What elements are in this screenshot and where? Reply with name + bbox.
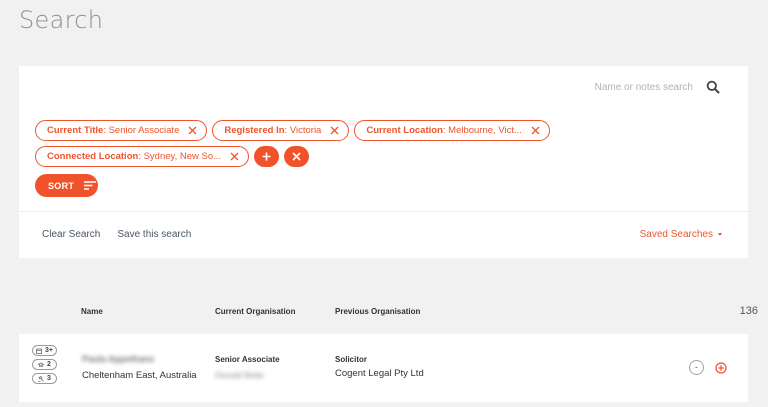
chip-label: Current Location [366, 125, 443, 136]
search-box [588, 77, 720, 97]
calendar-icon [36, 348, 42, 354]
column-header-previous-organisation[interactable]: Previous Organisation [335, 307, 420, 316]
badge-group: 3+ 2 3 [32, 345, 57, 384]
results-table-header: Name Current Organisation Previous Organ… [19, 305, 748, 319]
chip-value: : Victoria [284, 125, 322, 136]
caret-down-icon [718, 233, 722, 236]
previous-organisation: Cogent Legal Pty Ltd [335, 368, 424, 379]
clear-filters-button[interactable] [284, 146, 310, 167]
current-title: Senior Associate [215, 355, 280, 364]
chip-label: Registered In [224, 125, 285, 136]
column-header-name[interactable]: Name [81, 307, 103, 316]
chip-value: : Senior Associate [103, 125, 180, 136]
count-badge: 2 [32, 359, 57, 370]
sort-icon [84, 181, 97, 190]
filter-chip-current-title[interactable]: Current Title: Senior Associate [35, 120, 208, 141]
person-name[interactable]: Paula Appelhans [82, 354, 154, 364]
chip-value: : Melbourne, Vict... [442, 125, 522, 136]
sort-button[interactable]: SORT [35, 174, 98, 197]
filter-chip-connected-location[interactable]: Connected Location: Sydney, New So... [35, 146, 250, 167]
close-icon[interactable] [531, 126, 540, 135]
previous-title: Solicitor [335, 355, 368, 364]
filter-chips: Current Title: Senior Associate Register… [35, 120, 595, 172]
close-icon [292, 152, 301, 161]
badge-value: 2 [47, 361, 51, 368]
chip-label: Current Title [47, 125, 104, 136]
current-organisation: Donald Betts [215, 370, 264, 380]
gavel-icon [38, 375, 44, 382]
count-badge: 3+ [32, 345, 57, 356]
badge-value: 3 [47, 375, 51, 382]
plus-icon [262, 152, 271, 161]
sort-label: SORT [48, 180, 75, 191]
search-icon[interactable] [706, 80, 720, 94]
filter-chip-registered-in[interactable]: Registered In: Victoria [212, 120, 350, 141]
person-location: Cheltenham East, Australia [82, 370, 197, 381]
chip-value: : Sydney, New So... [138, 151, 222, 162]
chip-label: Connected Location [47, 151, 139, 162]
page-title: Search [19, 6, 104, 34]
add-circle-icon[interactable] [715, 361, 727, 374]
clear-search-link[interactable]: Clear Search [42, 229, 100, 240]
badge-value: 3+ [45, 347, 53, 354]
filter-chip-current-location[interactable]: Current Location: Melbourne, Vict... [354, 120, 550, 141]
divider [19, 211, 748, 212]
saved-searches-dropdown[interactable]: Saved Searches [640, 229, 722, 240]
column-header-current-organisation[interactable]: Current Organisation [215, 307, 295, 316]
add-filter-button[interactable] [254, 146, 280, 167]
count-badge: 3 [32, 373, 57, 384]
result-count: 136 [739, 305, 758, 317]
close-icon[interactable] [188, 126, 197, 135]
remove-button[interactable]: - [689, 360, 704, 375]
saved-searches-label: Saved Searches [639, 229, 713, 240]
close-icon[interactable] [230, 152, 239, 161]
table-row[interactable]: 3+ 2 3 Paula Appelhans Cheltenham East, … [19, 334, 748, 402]
search-panel: Current Title: Senior Associate Register… [19, 66, 748, 258]
close-icon[interactable] [330, 126, 339, 135]
search-input[interactable] [588, 81, 693, 93]
save-search-link[interactable]: Save this search [117, 229, 191, 240]
search-actions: Clear Search Save this search [42, 229, 191, 240]
graduation-cap-icon [37, 362, 45, 368]
